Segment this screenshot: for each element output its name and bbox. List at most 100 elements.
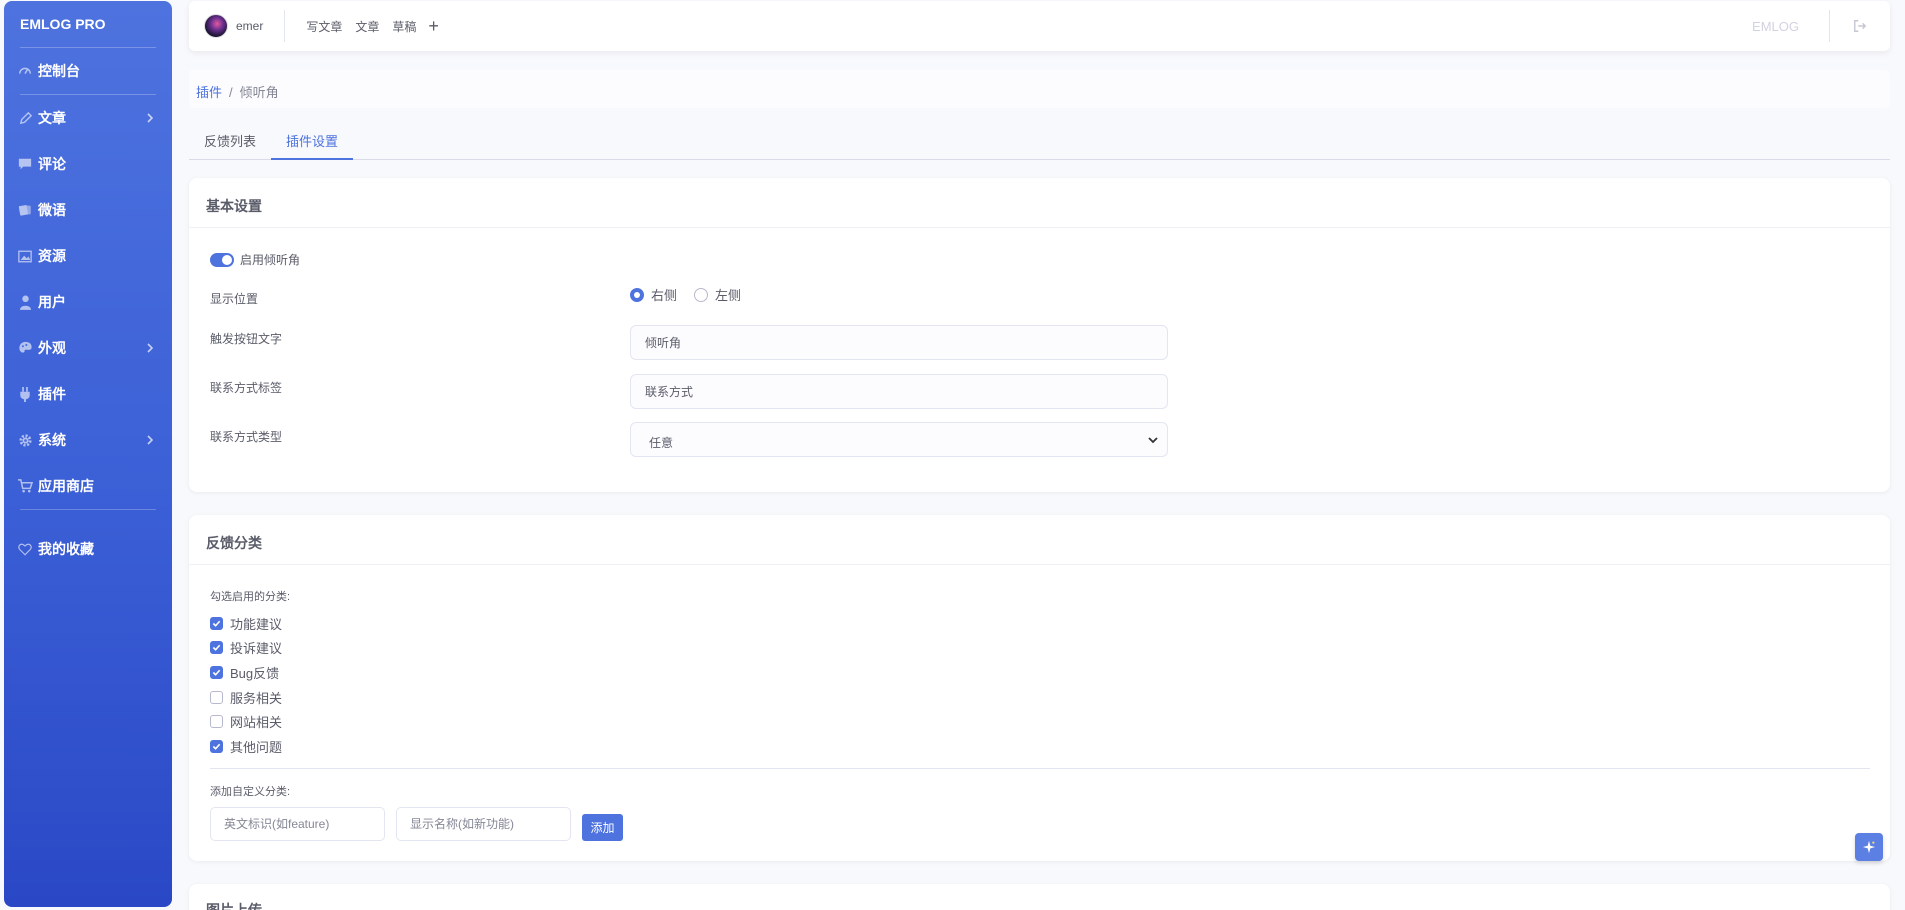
sidebar-item-app-store[interactable]: 应用商店 xyxy=(4,463,172,509)
topbar-divider xyxy=(284,10,286,42)
category-complaint[interactable]: 投诉建议 xyxy=(210,636,282,661)
gear-icon xyxy=(17,432,33,448)
avatar[interactable] xyxy=(204,14,228,38)
cart-icon xyxy=(17,478,33,494)
checkbox[interactable] xyxy=(210,715,223,729)
checkbox[interactable] xyxy=(210,665,223,679)
cards-icon xyxy=(17,202,33,218)
sidebar-item-articles[interactable]: 文章 xyxy=(4,95,172,141)
sidebar-item-label: 应用商店 xyxy=(38,478,94,494)
category-list: 功能建议 投诉建议 Bug反馈 服务相关 网站相关 其他问题 xyxy=(210,611,282,759)
card-title: 图片上传 xyxy=(206,902,262,910)
topbar-brand[interactable]: EMLOG xyxy=(1752,19,1799,34)
chevron-right-icon xyxy=(147,113,154,123)
enable-label: 启用倾听角 xyxy=(240,253,301,267)
category-name-input[interactable] xyxy=(396,807,571,841)
topbar: emer 写文章 文章 草稿 + EMLOG xyxy=(189,1,1890,51)
username[interactable]: emer xyxy=(236,19,263,33)
sidebar-item-label: 微语 xyxy=(38,202,66,218)
sidebar-item-label: 资源 xyxy=(38,248,66,264)
checkbox[interactable] xyxy=(210,690,223,704)
pencil-icon xyxy=(17,110,33,126)
tab-plugin-settings[interactable]: 插件设置 xyxy=(271,124,354,160)
topbar-right: EMLOG xyxy=(1752,1,1890,51)
basic-settings-card: 基本设置 启用倾听角 显示位置 右侧 左侧 触发按钮文字 联系方式标签 联系方式… xyxy=(189,178,1890,492)
category-key-input[interactable] xyxy=(210,807,385,841)
category-feature[interactable]: 功能建议 xyxy=(210,611,282,636)
sidebar-item-microposts[interactable]: 微语 xyxy=(4,187,172,233)
contact-label-label: 联系方式标签 xyxy=(210,381,283,395)
position-radio-group: 右侧 左侧 xyxy=(630,285,741,304)
breadcrumb: 插件 / 倾听角 xyxy=(189,70,1890,108)
sidebar-item-label: 评论 xyxy=(38,156,66,172)
user-icon xyxy=(17,294,33,310)
sidebar-item-plugins[interactable]: 插件 xyxy=(4,371,172,417)
category-service[interactable]: 服务相关 xyxy=(210,685,282,710)
checkbox[interactable] xyxy=(210,739,223,753)
position-label: 显示位置 xyxy=(210,292,259,306)
category-label: 投诉建议 xyxy=(230,641,283,657)
position-right-radio[interactable] xyxy=(630,287,644,302)
breadcrumb-current: 倾听角 xyxy=(239,85,279,100)
add-category-button[interactable]: 添加 xyxy=(582,814,623,841)
feedback-categories-card: 反馈分类 勾选启用的分类: 功能建议 投诉建议 Bug反馈 服务相关 网站相关 … xyxy=(189,515,1890,861)
section-divider xyxy=(210,768,1870,769)
breadcrumb-plugins-link[interactable]: 插件 xyxy=(196,85,222,100)
sidebar-divider xyxy=(20,509,156,510)
sidebar-item-dashboard[interactable]: 控制台 xyxy=(4,48,172,94)
sidebar: EMLOG PRO 控制台 文章 评论 微语 资源 用户 外观 插件 系统 应用… xyxy=(4,1,172,907)
category-select-hint: 勾选启用的分类: xyxy=(210,591,291,603)
checkbox[interactable] xyxy=(210,641,223,655)
contact-type-select[interactable]: 任意 xyxy=(630,422,1168,457)
enable-toggle[interactable] xyxy=(210,252,234,267)
comment-icon xyxy=(17,156,33,172)
sidebar-item-system[interactable]: 系统 xyxy=(4,417,172,463)
heart-icon xyxy=(17,541,33,557)
chevron-right-icon xyxy=(147,343,154,353)
sidebar-item-label: 外观 xyxy=(38,340,66,356)
card-title: 反馈分类 xyxy=(189,515,1890,565)
enable-row: 启用倾听角 xyxy=(210,251,300,268)
add-category-hint: 添加自定义分类: xyxy=(210,786,291,798)
sidebar-item-label: 我的收藏 xyxy=(38,541,94,557)
sidebar-item-favorites[interactable]: 我的收藏 xyxy=(4,526,172,572)
logout-button[interactable] xyxy=(1830,19,1890,33)
write-article-link[interactable]: 写文章 xyxy=(306,18,342,35)
category-other[interactable]: 其他问题 xyxy=(210,734,282,759)
breadcrumb-separator: / xyxy=(229,85,233,100)
card-title: 基本设置 xyxy=(189,178,1890,228)
plug-icon xyxy=(17,386,33,402)
trigger-text-input[interactable] xyxy=(630,325,1168,360)
image-upload-card: 图片上传 xyxy=(189,884,1890,910)
category-label: 服务相关 xyxy=(230,690,283,706)
sparkle-icon xyxy=(1862,840,1876,854)
drafts-link[interactable]: 草稿 xyxy=(392,18,416,35)
logout-icon xyxy=(1854,20,1867,32)
palette-icon xyxy=(17,340,33,356)
checkbox[interactable] xyxy=(210,616,223,630)
sidebar-item-label: 系统 xyxy=(38,432,66,448)
ai-assistant-button[interactable] xyxy=(1855,833,1883,861)
sidebar-item-appearance[interactable]: 外观 xyxy=(4,325,172,371)
position-left-radio[interactable] xyxy=(694,287,709,302)
category-label: 功能建议 xyxy=(230,616,283,632)
category-label: Bug反馈 xyxy=(230,665,280,681)
sidebar-item-users[interactable]: 用户 xyxy=(4,279,172,325)
contact-type-value: 任意 xyxy=(649,436,674,450)
sidebar-item-comments[interactable]: 评论 xyxy=(4,141,172,187)
sidebar-item-label: 文章 xyxy=(38,110,66,126)
brand-logo[interactable]: EMLOG PRO xyxy=(4,1,172,47)
plus-icon[interactable]: + xyxy=(428,17,439,35)
category-bug[interactable]: Bug反馈 xyxy=(210,660,282,685)
articles-link[interactable]: 文章 xyxy=(355,18,379,35)
position-left-label[interactable]: 左侧 xyxy=(715,285,741,304)
tab-feedback-list[interactable]: 反馈列表 xyxy=(189,124,271,160)
dashboard-icon xyxy=(17,63,33,79)
position-right-label[interactable]: 右侧 xyxy=(651,285,677,304)
contact-label-input[interactable] xyxy=(630,374,1168,409)
sidebar-item-label: 用户 xyxy=(38,294,66,310)
sidebar-item-media[interactable]: 资源 xyxy=(4,233,172,279)
image-icon xyxy=(17,248,33,264)
sidebar-item-label: 插件 xyxy=(38,386,66,402)
category-website[interactable]: 网站相关 xyxy=(210,709,282,734)
